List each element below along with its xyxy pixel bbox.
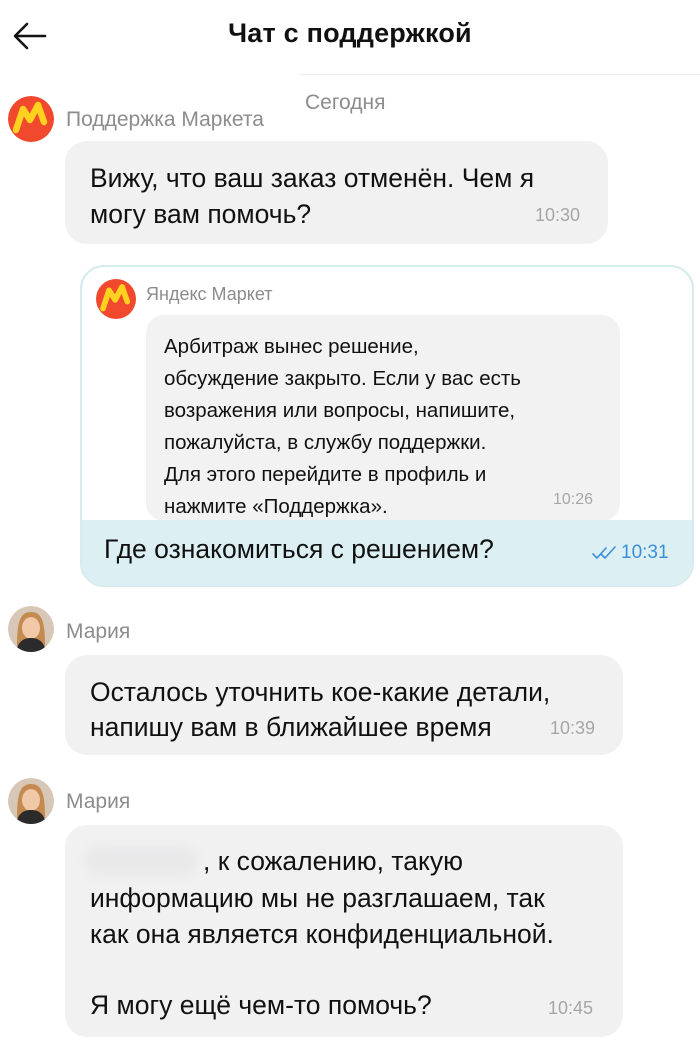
message-time: 10:30 — [535, 205, 581, 225]
double-check-icon — [592, 546, 616, 559]
message-line: Я могу ещё чем-то помочь? — [90, 990, 432, 1020]
message-time: 10:39 — [550, 718, 596, 738]
sender-name: Мария — [66, 620, 131, 643]
message-line: как она является конфиденциальной. — [90, 919, 554, 949]
date-separator: Сегодня — [305, 91, 386, 114]
message-line: информацию мы не разглашаем, так — [90, 883, 545, 913]
reply-message-card[interactable]: Яндекс Маркет Арбитраж вынес решение, об… — [80, 265, 694, 587]
quoted-line: обсуждение закрыто. Если у вас есть — [164, 367, 521, 390]
chat-header: Чат с поддержкой — [0, 0, 700, 74]
quoted-line: пожалуйста, в службу поддержки. — [164, 431, 487, 454]
outgoing-message-text: Где ознакомиться с решением? — [104, 534, 494, 564]
message-line: Осталось уточнить кое-какие детали, — [90, 677, 551, 707]
quoted-line: Арбитраж вынес решение, — [164, 335, 419, 358]
quoted-line: нажмите «Поддержка». — [164, 495, 388, 518]
quoted-sender-name: Яндекс Маркет — [146, 284, 273, 304]
market-logo-icon — [96, 279, 136, 319]
sender-name: Поддержка Маркета — [66, 108, 264, 131]
page-title: Чат с поддержкой — [228, 18, 472, 48]
sender-name: Мария — [66, 790, 131, 813]
market-logo-avatar — [8, 96, 54, 142]
quoted-message-time: 10:26 — [553, 491, 594, 508]
quoted-line: возражения или вопросы, напишите, — [164, 399, 516, 422]
operator-avatar — [8, 778, 54, 824]
header-divider — [300, 74, 700, 75]
message-line: Вижу, что ваш заказ отменён. Чем я — [90, 163, 535, 193]
message-line: напишу вам в ближайшее время — [90, 712, 492, 742]
quoted-line: Для этого перейдите в профиль и — [164, 463, 487, 486]
message-line: , к сожалению, такую — [203, 846, 463, 876]
outgoing-message-time: 10:31 — [621, 542, 669, 563]
message-time: 10:45 — [548, 998, 594, 1018]
outgoing-message: Где ознакомиться с решением? 10:31 — [82, 520, 692, 585]
operator-avatar — [8, 606, 54, 652]
redacted-name — [85, 846, 197, 876]
quoted-message-text: Арбитраж вынес решение, обсуждение закры… — [164, 331, 614, 523]
message-line: могу вам помочь? — [90, 199, 312, 229]
